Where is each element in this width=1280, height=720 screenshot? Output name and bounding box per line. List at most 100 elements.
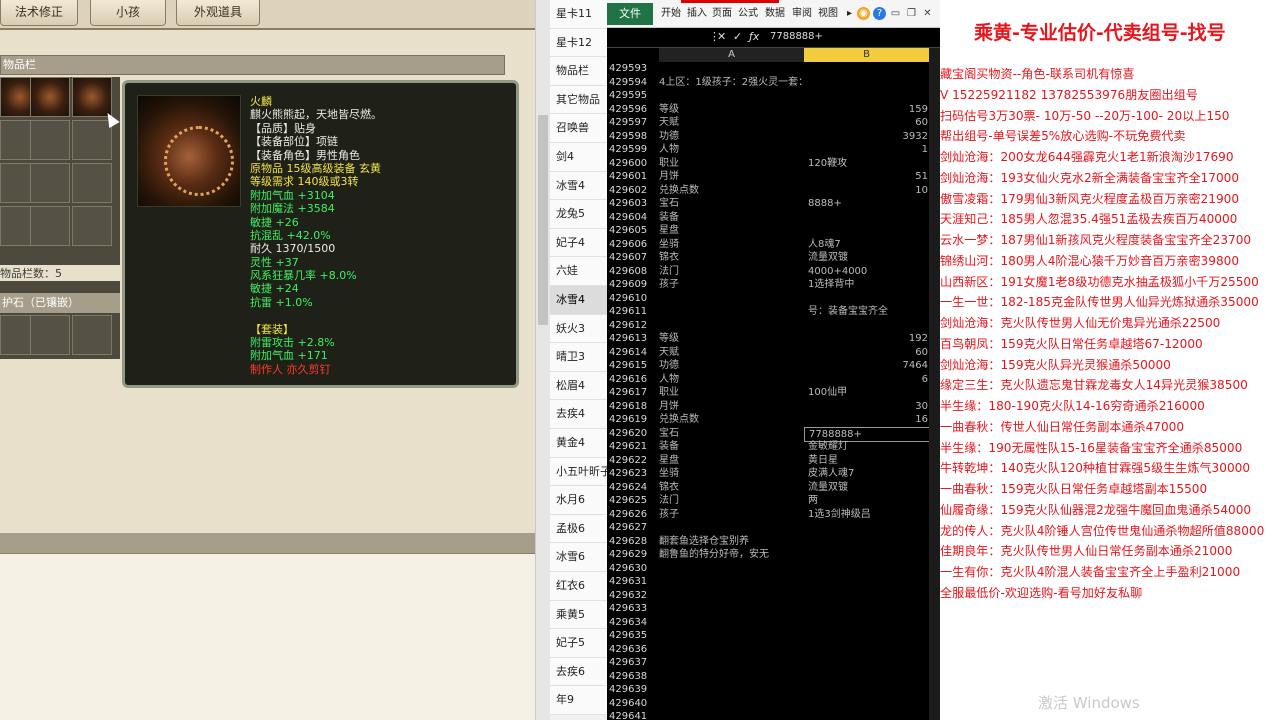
sheet-tab[interactable]: 星卡11 (550, 0, 608, 29)
row-number[interactable]: 429640 (609, 697, 657, 711)
sheet-tab[interactable]: 孟极6 (550, 514, 608, 544)
row-number[interactable]: 429616 (609, 373, 657, 387)
cell-a[interactable]: 星盘 (659, 224, 804, 238)
cell-b[interactable]: 皮满人魂7 (804, 467, 932, 481)
tab-home[interactable]: 开始 (661, 3, 681, 25)
tab-page[interactable]: 页面 (712, 3, 732, 25)
cell-b[interactable]: 7464 (804, 359, 932, 373)
sheet-tab[interactable]: 年9 (550, 686, 608, 715)
cell-a[interactable]: 法门 (659, 265, 804, 279)
cell-b[interactable]: 号：装备宝宝齐全 (804, 305, 932, 319)
tab-appearance[interactable]: 外观道具 (176, 0, 260, 26)
row-number[interactable]: 429603 (609, 197, 657, 211)
row-number[interactable]: 429593 (609, 62, 657, 76)
row-number[interactable]: 429606 (609, 238, 657, 252)
cell-a[interactable]: 孩子 (659, 508, 804, 522)
cell-a[interactable]: 法门 (659, 494, 804, 508)
row-number[interactable]: 429597 (609, 116, 657, 130)
row-number[interactable]: 429625 (609, 494, 657, 508)
cell-a[interactable]: 兑换点数 (659, 184, 804, 198)
cell-a[interactable]: 人物 (659, 373, 804, 387)
row-number[interactable]: 429624 (609, 481, 657, 495)
row-number[interactable]: 429605 (609, 224, 657, 238)
sheet-tab[interactable]: 松眉4 (550, 371, 608, 401)
cell-b[interactable]: 120鞭攻 (804, 157, 932, 171)
row-number[interactable]: 429622 (609, 454, 657, 468)
cell-b[interactable]: 1 (804, 143, 932, 157)
cell-b[interactable]: 黄日星 (804, 454, 932, 468)
cell-b[interactable]: 金敏耀灯 (804, 440, 932, 454)
row-number[interactable]: 429637 (609, 656, 657, 670)
sheet-tab[interactable]: 物品栏 (550, 57, 608, 86)
cell-b[interactable]: 8888+ (804, 197, 932, 211)
sheet-tab[interactable]: 小五叶昕子 (550, 457, 608, 487)
sheet-tab[interactable]: 乘黄5 (550, 600, 608, 630)
row-number[interactable]: 429609 (609, 278, 657, 292)
row-number[interactable]: 429595 (609, 89, 657, 103)
row-number[interactable]: 429618 (609, 400, 657, 414)
gem-slot[interactable] (72, 315, 112, 355)
cell-a[interactable]: 职业 (659, 386, 804, 400)
cell-b[interactable]: 1选择背中 (804, 278, 932, 292)
row-number[interactable]: 429599 (609, 143, 657, 157)
cell-b[interactable]: 100仙甲 (804, 386, 932, 400)
sheet-tab[interactable]: 冰雪4 (550, 171, 608, 201)
inventory-slot[interactable] (72, 163, 112, 203)
sheet-tab[interactable]: 去疾6 (550, 657, 608, 687)
cell-b[interactable]: 6 (804, 373, 932, 387)
cell-a[interactable]: 人物 (659, 143, 804, 157)
cell-a[interactable]: 锦衣 (659, 481, 804, 495)
row-number[interactable]: 429613 (609, 332, 657, 346)
cell-b[interactable]: 16 (804, 413, 932, 427)
cell-a[interactable]: 月饼 (659, 170, 804, 184)
cell-a[interactable]: 坐骑 (659, 238, 804, 252)
row-number[interactable]: 429607 (609, 251, 657, 265)
row-number[interactable]: 429634 (609, 616, 657, 630)
tab-view[interactable]: 视图 (818, 3, 838, 25)
confirm-icon[interactable]: ✓ (733, 30, 742, 43)
row-number[interactable]: 429602 (609, 184, 657, 198)
cell-a[interactable]: 装备 (659, 440, 804, 454)
cell-a[interactable]: 宝石 (659, 197, 804, 211)
sheet-tab[interactable]: 黄金4 (550, 429, 608, 458)
cell-a[interactable]: 孩子 (659, 278, 804, 292)
cell-b[interactable]: 流量双镀 (804, 481, 932, 495)
close-icon[interactable]: ✕ (921, 7, 934, 20)
cell-a[interactable]: 翻鲁鱼的特分好帝，安无 (659, 548, 804, 562)
sheet-tab[interactable]: 红衣6 (550, 572, 608, 601)
sheet-tab[interactable]: 晴卫3 (550, 343, 608, 372)
row-number[interactable]: 429596 (609, 103, 657, 117)
row-number[interactable]: 429608 (609, 265, 657, 279)
cancel-icon[interactable]: ✕ (717, 30, 726, 43)
cell-b[interactable]: 60 (804, 116, 932, 130)
row-number[interactable]: 429636 (609, 643, 657, 657)
row-number[interactable]: 429610 (609, 292, 657, 306)
row-number[interactable]: 429621 (609, 440, 657, 454)
ribbon-options-icon[interactable]: ▭ (889, 7, 902, 20)
row-number[interactable]: 429600 (609, 157, 657, 171)
fx-icon[interactable]: ƒx (749, 30, 759, 43)
cell-a[interactable]: 天赋 (659, 116, 804, 130)
cell-a[interactable]: 4上区：1级孩子：2强火灵一套：敏捷克水一套 (659, 76, 804, 90)
inventory-slot[interactable] (30, 163, 70, 203)
row-number[interactable]: 429598 (609, 130, 657, 144)
row-number[interactable]: 429594 (609, 76, 657, 90)
formula-input[interactable]: 7788888+ (770, 31, 823, 42)
cell-a[interactable]: 职业 (659, 157, 804, 171)
row-number[interactable]: 429623 (609, 467, 657, 481)
row-number[interactable]: 429639 (609, 683, 657, 697)
cell-a[interactable]: 星盘 (659, 454, 804, 468)
sheet-tab[interactable]: 妃子4 (550, 228, 608, 258)
vertical-scrollbar[interactable] (929, 48, 940, 720)
row-number[interactable]: 429629 (609, 548, 657, 562)
row-number[interactable]: 429635 (609, 629, 657, 643)
row-number[interactable]: 429630 (609, 562, 657, 576)
row-number[interactable]: 429632 (609, 589, 657, 603)
row-number[interactable]: 429628 (609, 535, 657, 549)
tab-insert[interactable]: 插入 (687, 3, 707, 25)
cell-a[interactable]: 坐骑 (659, 467, 804, 481)
sheet-tab[interactable]: 冰雪4 (550, 286, 608, 315)
sheet-tab[interactable]: 剑4 (550, 143, 608, 172)
row-number[interactable]: 429641 (609, 710, 657, 720)
tab-child[interactable]: 小孩 (90, 0, 166, 26)
